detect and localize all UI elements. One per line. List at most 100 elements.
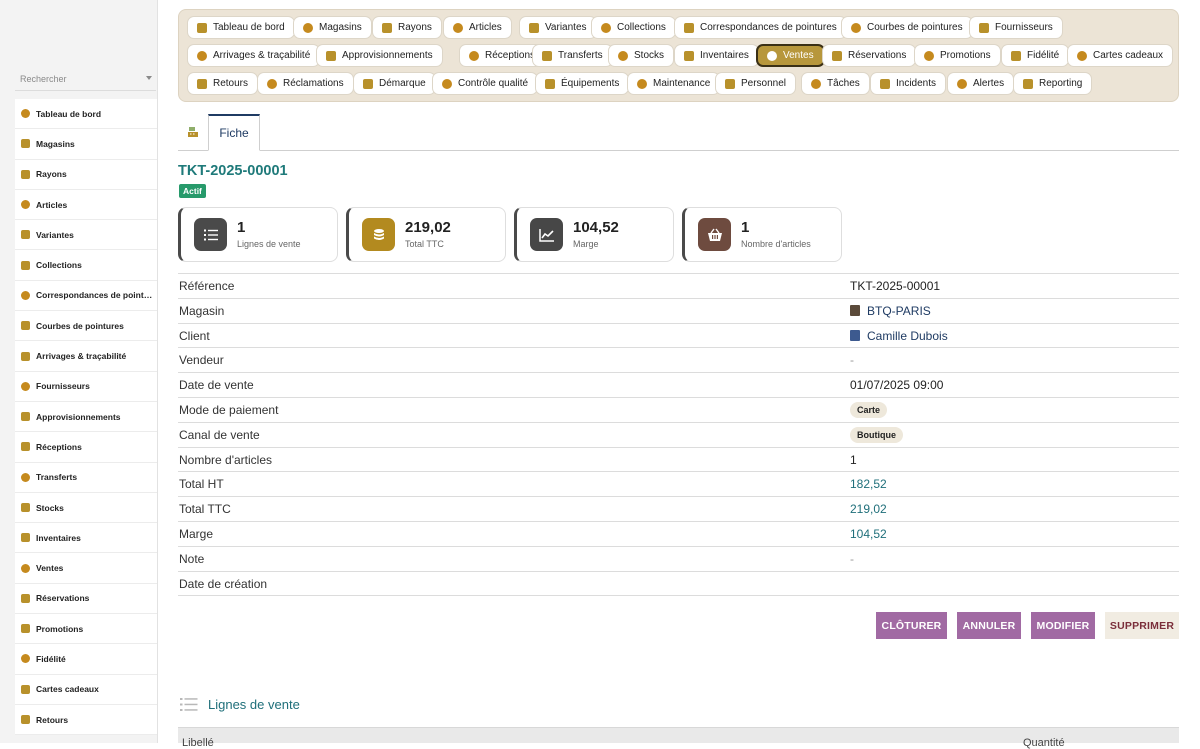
column-header-libelle[interactable]: Libellé [182, 737, 214, 749]
dashboard-icon [197, 22, 207, 33]
section-title: Lignes de vente [208, 697, 300, 712]
nav-pill-cartes-cadeaux[interactable]: Cartes cadeaux [1067, 44, 1174, 67]
chevron-down-icon[interactable] [146, 76, 152, 80]
nav-pill-ventes[interactable]: Ventes [756, 44, 825, 67]
sidebar-item-courbes-de-pointures[interactable]: Courbes de pointures [15, 311, 157, 342]
sidebar-item-promotions[interactable]: Promotions [15, 614, 157, 645]
tab-icon[interactable] [178, 114, 208, 150]
nav-pill-reclamations[interactable]: Réclamations [257, 72, 354, 95]
column-header-quantite[interactable]: Quantité [1023, 737, 1065, 749]
nav-pill-courbes-de-pointures[interactable]: Courbes de pointures [841, 16, 973, 39]
nav-pill-approvisionnements[interactable]: Approvisionnements [316, 44, 443, 67]
detail-row: Marge 104,52 [178, 522, 1179, 547]
undo-icon [197, 78, 207, 89]
palette-icon [529, 22, 539, 33]
nav-pill-rayons[interactable]: Rayons [372, 16, 442, 39]
nav-pill-label: Articles [469, 22, 502, 33]
sidebar-item-r-servations[interactable]: Réservations [15, 583, 157, 615]
warning-icon [880, 78, 890, 89]
sidebar-item-cartes-cadeaux[interactable]: Cartes cadeaux [15, 674, 157, 705]
nav-pill-arrivages-tracabilite[interactable]: Arrivages & traçabilité [187, 44, 321, 67]
sidebar: Tableau de bord Magasins Rayons Articles Var… [0, 0, 158, 743]
nav-pill-reporting[interactable]: Reporting [1013, 72, 1093, 95]
nav-pill-incidents[interactable]: Incidents [870, 72, 947, 95]
nav-pill-correspondances-de-pointures[interactable]: Correspondances de pointures [674, 16, 847, 39]
detail-row: Client Camille Dubois [178, 324, 1179, 349]
stat-card-lines: 1 Lignes de vente [178, 207, 338, 262]
nav-pill-collections[interactable]: Collections [591, 16, 676, 39]
layers-icon [21, 260, 30, 270]
sidebar-item-retours[interactable]: Retours [15, 704, 157, 736]
sidebar-item-label: Promotions [36, 623, 84, 634]
detail-label: Date de création [179, 576, 268, 591]
annuler-button[interactable]: ANNULER [957, 612, 1021, 639]
nav-pill-variantes[interactable]: Variantes [519, 16, 597, 39]
sidebar-item-stocks[interactable]: Stocks [15, 492, 157, 524]
nav-pill-label: Courbes de pointures [867, 22, 963, 33]
search-input[interactable] [15, 67, 156, 90]
store-icon [21, 139, 30, 149]
sidebar-item-correspondances-de-pointures[interactable]: Correspondances de pointures [15, 280, 157, 312]
factory-icon [979, 22, 989, 33]
nav-pill-stocks[interactable]: Stocks [608, 44, 675, 67]
nav-pill-retours[interactable]: Retours [187, 72, 259, 95]
store-icon [850, 305, 860, 317]
detail-value[interactable]: Camille Dubois [850, 329, 948, 343]
nav-pill-articles[interactable]: Articles [443, 16, 512, 39]
nav-pill-fournisseurs[interactable]: Fournisseurs [969, 16, 1063, 39]
sidebar-item-rayons[interactable]: Rayons [15, 159, 157, 190]
sidebar-item-transferts[interactable]: Transferts [15, 462, 157, 493]
stat-label: Total TTC [405, 239, 444, 249]
nav-pill-tableau-de-bord[interactable]: Tableau de bord [187, 16, 295, 39]
search-field[interactable] [15, 67, 156, 91]
sidebar-item-articles[interactable]: Articles [15, 189, 157, 221]
module-nav: Tableau de bord Magasins Rayons Articles Var… [178, 9, 1179, 102]
sidebar-item-fournisseurs[interactable]: Fournisseurs [15, 371, 157, 402]
sidebar-item-magasins[interactable]: Magasins [15, 129, 157, 160]
detail-label: Client [179, 328, 210, 343]
nav-pill-alertes[interactable]: Alertes [947, 72, 1015, 95]
sidebar-item-r-ceptions[interactable]: Réceptions [15, 432, 157, 463]
cloturer-button[interactable]: CLÔTURER [876, 612, 947, 639]
cash-register-icon [188, 127, 198, 137]
sidebar-item-inventaires[interactable]: Inventaires [15, 523, 157, 554]
sidebar-item-label: Retours [36, 714, 69, 725]
nav-pill-label: Alertes [973, 78, 1005, 89]
stat-value: 1 [237, 219, 246, 236]
nav-pill-equipements[interactable]: Équipements [535, 72, 630, 95]
nav-pill-inventaires[interactable]: Inventaires [674, 44, 759, 67]
nav-pill-demarque[interactable]: Démarque [353, 72, 436, 95]
nav-pill-magasins[interactable]: Magasins [293, 16, 372, 39]
nav-pill-reservations[interactable]: Réservations [822, 44, 917, 67]
nav-pill-taches[interactable]: Tâches [801, 72, 870, 95]
detail-row: Mode de paiement Carte [178, 398, 1179, 423]
detail-link-text[interactable]: BTQ-PARIS [867, 304, 931, 318]
nav-pill-promotions[interactable]: Promotions [914, 44, 1001, 67]
nav-pill-personnel[interactable]: Personnel [715, 72, 797, 95]
detail-value[interactable]: BTQ-PARIS [850, 304, 931, 318]
sidebar-item-label: Réservations [36, 593, 90, 604]
sidebar-item-arrivages-tra-abilit-[interactable]: Arrivages & traçabilité [15, 341, 157, 372]
sidebar-item-fid-lit-[interactable]: Fidélité [15, 644, 157, 675]
building-icon [850, 330, 860, 342]
sidebar-item-variantes[interactable]: Variantes [15, 220, 157, 251]
nav-pill-label: Contrôle qualité [458, 78, 529, 89]
modifier-button[interactable]: MODIFIER [1031, 612, 1095, 639]
supprimer-button[interactable]: SUPPRIMER [1105, 612, 1179, 639]
sidebar-item-ventes[interactable]: Ventes [15, 553, 157, 584]
arrows-exchange-icon [542, 50, 552, 61]
sidebar-item-label: Variantes [36, 229, 74, 240]
sidebar-item-collections[interactable]: Collections [15, 250, 157, 281]
detail-value: 219,02 [850, 502, 887, 517]
nav-pill-maintenance[interactable]: Maintenance [627, 72, 721, 95]
stat-label: Marge [573, 239, 599, 249]
truck-loading-icon [21, 442, 30, 452]
tab-fiche[interactable]: Fiche [208, 114, 260, 151]
nav-pill-fidelite[interactable]: Fidélité [1001, 44, 1070, 67]
nav-pill-transferts[interactable]: Transferts [532, 44, 613, 67]
detail-link-text[interactable]: Camille Dubois [867, 329, 948, 343]
sidebar-item-approvisionnements[interactable]: Approvisionnements [15, 401, 157, 433]
sidebar-item-tableau-de-bord[interactable]: Tableau de bord [15, 99, 157, 130]
nav-pill-controle-qualite[interactable]: Contrôle qualité [432, 72, 539, 95]
nav-pill-label: Transferts [558, 50, 603, 61]
